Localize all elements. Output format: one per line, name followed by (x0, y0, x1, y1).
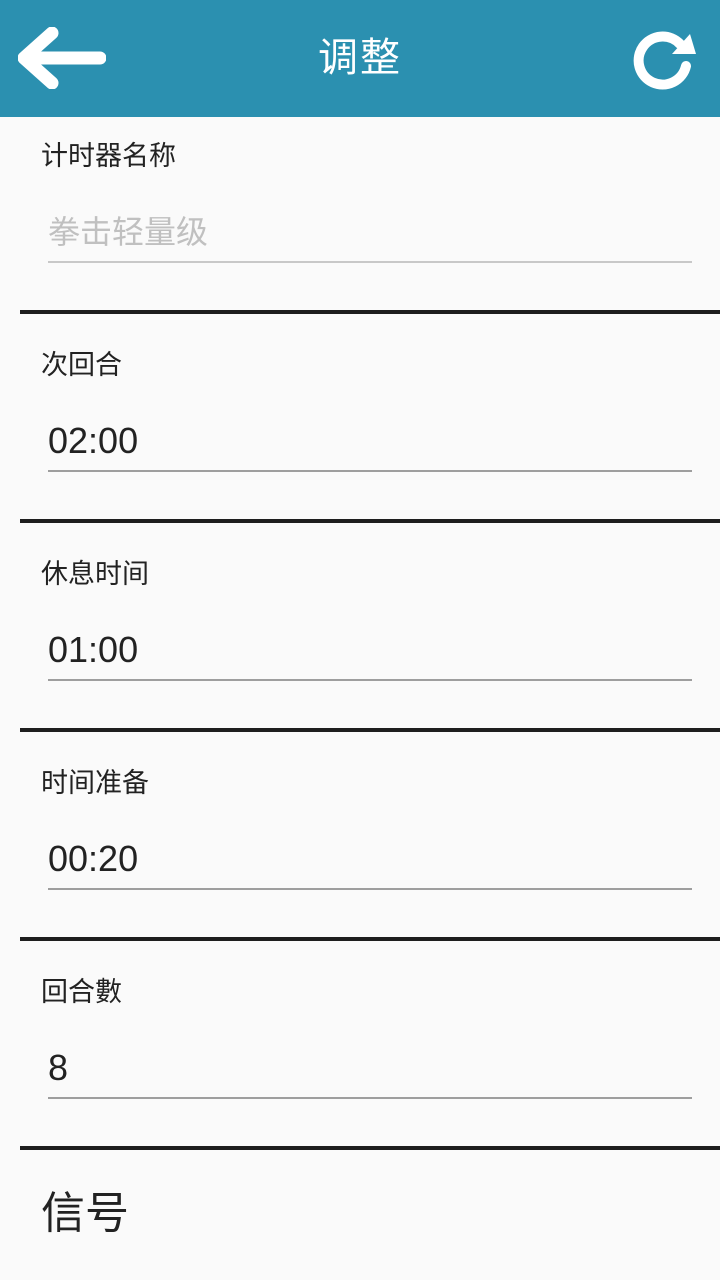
section-divider (20, 1146, 720, 1150)
round-time-input[interactable] (48, 412, 692, 472)
round-time-label: 次回合 (41, 350, 122, 381)
rounds-count-input[interactable] (48, 1039, 692, 1099)
section-divider (20, 728, 720, 732)
refresh-button[interactable] (622, 20, 706, 96)
page-title: 调整 (318, 35, 402, 81)
settings-screen: 调整 计时器名称 次回合 休息时间 时间准备 回合數 信号 (0, 0, 720, 1280)
prep-time-input[interactable] (48, 830, 692, 890)
rest-time-input[interactable] (48, 621, 692, 681)
prep-time-label: 时间准备 (41, 768, 149, 799)
signal-section-title: 信号 (41, 1188, 129, 1239)
timer-name-label: 计时器名称 (41, 141, 176, 172)
rest-time-label: 休息时间 (41, 559, 149, 590)
app-bar: 调整 (0, 0, 720, 117)
section-divider (20, 937, 720, 941)
rounds-count-label: 回合數 (41, 977, 122, 1008)
refresh-icon (633, 31, 696, 90)
timer-name-input[interactable] (48, 203, 692, 263)
section-divider (20, 310, 720, 314)
section-divider (20, 519, 720, 523)
